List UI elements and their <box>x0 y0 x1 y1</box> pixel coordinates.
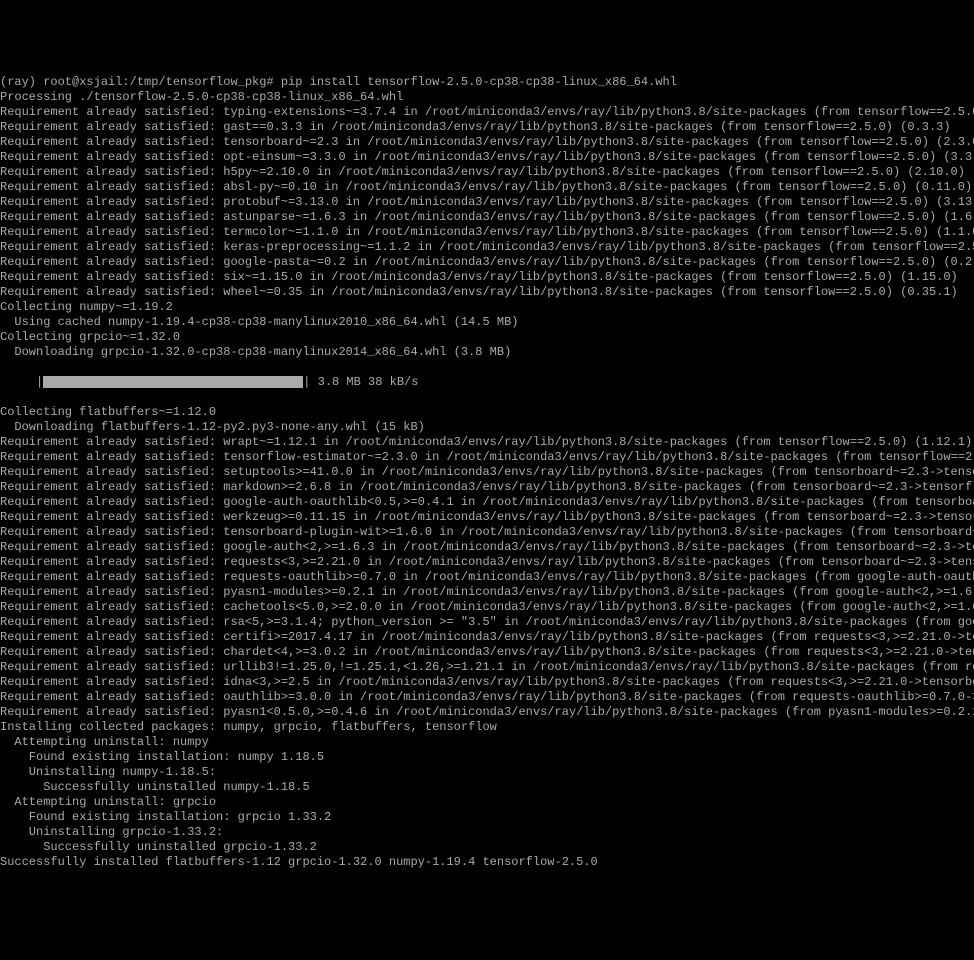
terminal-line: Requirement already satisfied: cachetool… <box>0 600 974 615</box>
terminal-line: Requirement already satisfied: keras-pre… <box>0 240 974 255</box>
terminal-line: Requirement already satisfied: google-au… <box>0 495 974 510</box>
terminal-line: Requirement already satisfied: chardet<4… <box>0 645 974 660</box>
progress-prefix: | <box>0 375 43 389</box>
terminal-line: Requirement already satisfied: wheel~=0.… <box>0 285 974 300</box>
terminal-line: Requirement already satisfied: google-pa… <box>0 255 974 270</box>
terminal-line: Requirement already satisfied: protobuf~… <box>0 195 974 210</box>
terminal-line: Downloading flatbuffers-1.12-py2.py3-non… <box>0 420 974 435</box>
terminal-line: Successfully installed flatbuffers-1.12 … <box>0 855 974 870</box>
terminal-line: Uninstalling grpcio-1.33.2: <box>0 825 974 840</box>
terminal-line: (ray) root@xsjail:/tmp/tensorflow_pkg# p… <box>0 75 974 90</box>
terminal-line: Collecting flatbuffers~=1.12.0 <box>0 405 974 420</box>
terminal-line: Requirement already satisfied: markdown>… <box>0 480 974 495</box>
terminal-line: Requirement already satisfied: oauthlib>… <box>0 690 974 705</box>
terminal-line: Found existing installation: grpcio 1.33… <box>0 810 974 825</box>
terminal-line: Requirement already satisfied: urllib3!=… <box>0 660 974 675</box>
terminal-line: Requirement already satisfied: requests<… <box>0 555 974 570</box>
terminal-line: Downloading grpcio-1.32.0-cp38-cp38-many… <box>0 345 974 360</box>
terminal-line: Requirement already satisfied: h5py~=2.1… <box>0 165 974 180</box>
terminal-line: Requirement already satisfied: google-au… <box>0 540 974 555</box>
terminal-line: Successfully uninstalled numpy-1.18.5 <box>0 780 974 795</box>
terminal-line: Requirement already satisfied: werkzeug>… <box>0 510 974 525</box>
terminal-line: Found existing installation: numpy 1.18.… <box>0 750 974 765</box>
terminal-line: Installing collected packages: numpy, gr… <box>0 720 974 735</box>
terminal-output[interactable]: (ray) root@xsjail:/tmp/tensorflow_pkg# p… <box>0 60 974 885</box>
terminal-line: Requirement already satisfied: termcolor… <box>0 225 974 240</box>
terminal-line: Collecting numpy~=1.19.2 <box>0 300 974 315</box>
terminal-line: Requirement already satisfied: setuptool… <box>0 465 974 480</box>
terminal-line: Processing ./tensorflow-2.5.0-cp38-cp38-… <box>0 90 974 105</box>
terminal-line: Collecting grpcio~=1.32.0 <box>0 330 974 345</box>
terminal-line: Requirement already satisfied: tensorboa… <box>0 135 974 150</box>
terminal-line: Attempting uninstall: numpy <box>0 735 974 750</box>
terminal-line: Requirement already satisfied: rsa<5,>=3… <box>0 615 974 630</box>
terminal-line: Requirement already satisfied: tensorboa… <box>0 525 974 540</box>
terminal-line: Uninstalling numpy-1.18.5: <box>0 765 974 780</box>
terminal-line: Requirement already satisfied: opt-einsu… <box>0 150 974 165</box>
terminal-line: Requirement already satisfied: requests-… <box>0 570 974 585</box>
terminal-line: Requirement already satisfied: gast==0.3… <box>0 120 974 135</box>
terminal-line: Requirement already satisfied: pyasn1<0.… <box>0 705 974 720</box>
terminal-line: Requirement already satisfied: absl-py~=… <box>0 180 974 195</box>
terminal-line: Using cached numpy-1.19.4-cp38-cp38-many… <box>0 315 974 330</box>
terminal-line: Requirement already satisfied: certifi>=… <box>0 630 974 645</box>
terminal-line: Requirement already satisfied: pyasn1-mo… <box>0 585 974 600</box>
terminal-line: Requirement already satisfied: tensorflo… <box>0 450 974 465</box>
terminal-line: Requirement already satisfied: idna<3,>=… <box>0 675 974 690</box>
terminal-line: Successfully uninstalled grpcio-1.33.2 <box>0 840 974 855</box>
progress-bar-fill <box>43 376 303 388</box>
terminal-line: Requirement already satisfied: wrapt~=1.… <box>0 435 974 450</box>
terminal-line: Attempting uninstall: grpcio <box>0 795 974 810</box>
terminal-line: Requirement already satisfied: typing-ex… <box>0 105 974 120</box>
progress-line: | | 3.8 MB 38 kB/s <box>0 375 974 390</box>
terminal-line: Requirement already satisfied: six~=1.15… <box>0 270 974 285</box>
progress-suffix: | 3.8 MB 38 kB/s <box>303 375 418 389</box>
terminal-line: Requirement already satisfied: astunpars… <box>0 210 974 225</box>
